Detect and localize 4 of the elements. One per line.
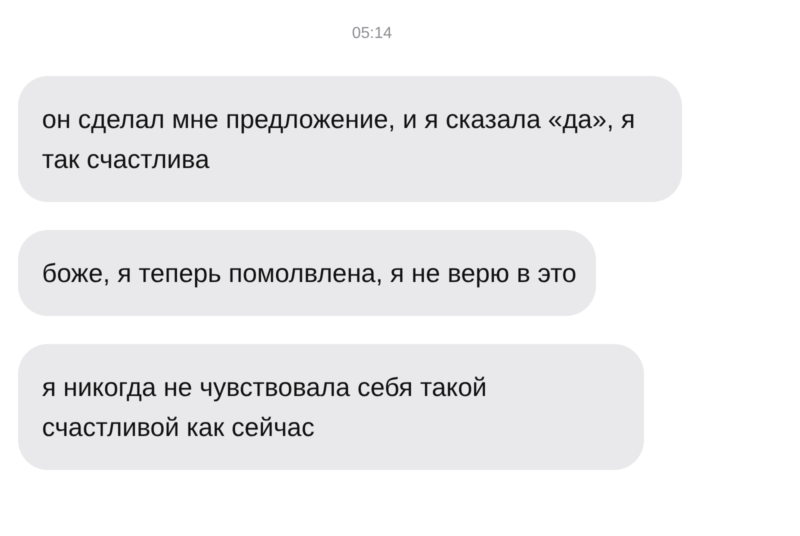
message-bubble: боже, я теперь помолвлена, я не верю в это [18, 230, 596, 316]
message-bubble: он сделал мне предложение, и я сказала «да», я так счастлива [18, 76, 682, 202]
message-bubble: я никогда не чувствовала себя такой счастливой как сейчас [18, 344, 644, 470]
message-time: 05:14 [352, 24, 394, 44]
